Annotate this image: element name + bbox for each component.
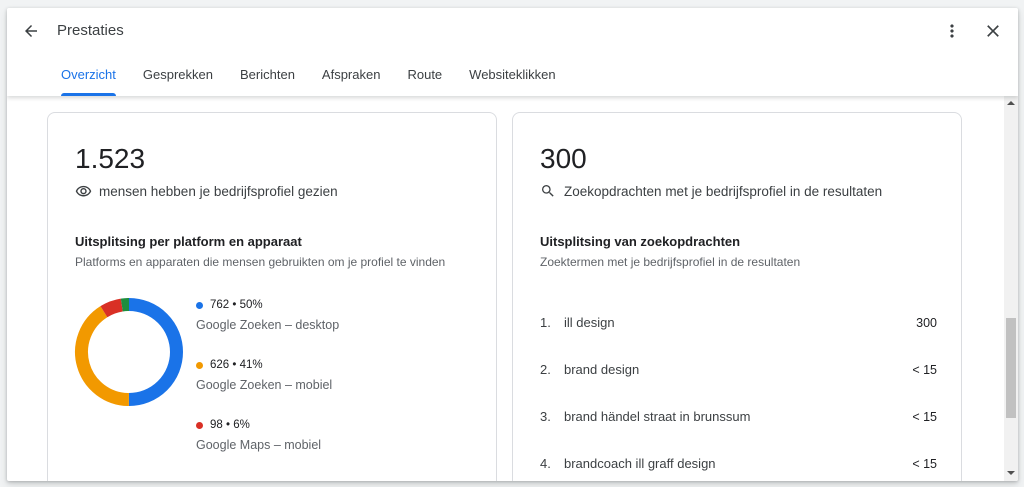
arrow-back-icon bbox=[25, 25, 37, 37]
tab-bar: Overzicht Gesprekken Berichten Afspraken… bbox=[61, 59, 583, 96]
views-metric-label: mensen hebben je bedrijfsprofiel gezien bbox=[99, 183, 338, 199]
page-title: Prestaties bbox=[57, 22, 124, 39]
query-count: < 15 bbox=[912, 456, 937, 471]
tab-overzicht[interactable]: Overzicht bbox=[61, 59, 116, 96]
vertical-scrollbar[interactable] bbox=[1004, 96, 1018, 481]
legend-item: 626 • 41% Google Zoeken – mobiel bbox=[196, 359, 339, 419]
searches-metric: Zoekopdrachten met je bedrijfsprofiel in… bbox=[540, 182, 882, 200]
close-button[interactable] bbox=[981, 19, 1005, 43]
more-vert-icon bbox=[950, 24, 954, 38]
query-term: brandcoach ill graff design bbox=[564, 456, 716, 471]
list-item: 2. brand design < 15 bbox=[540, 346, 937, 393]
legend-item: 98 • 6% Google Maps – mobiel bbox=[196, 419, 339, 479]
query-rank: 2. bbox=[540, 362, 551, 377]
donut-slice-3 bbox=[120, 298, 130, 312]
more-options-button[interactable] bbox=[940, 19, 964, 43]
tab-berichten[interactable]: Berichten bbox=[240, 59, 295, 96]
search-icon bbox=[540, 182, 558, 200]
profile-views-card: 1.523 mensen hebben je bedrijfsprofiel g… bbox=[47, 112, 497, 481]
query-rank: 1. bbox=[540, 315, 551, 330]
platform-donut-chart bbox=[75, 298, 183, 406]
performance-dialog: Prestaties Overzicht Gesprekken Berichte… bbox=[7, 8, 1018, 481]
donut-slice-0 bbox=[128, 298, 183, 406]
tab-websiteklikken[interactable]: Websiteklikken bbox=[469, 59, 555, 96]
query-rank: 4. bbox=[540, 456, 551, 471]
legend-dot-mobile bbox=[196, 361, 203, 369]
legend-dot-maps bbox=[196, 421, 203, 429]
legend-value: 98 • 6% bbox=[210, 419, 250, 431]
views-count: 1.523 bbox=[75, 143, 146, 174]
legend-item: 762 • 50% Google Zoeken – desktop bbox=[196, 299, 339, 359]
search-query-list: 1. ill design 300 2. brand design < 15 3… bbox=[540, 299, 937, 481]
query-term: ill design bbox=[564, 315, 615, 330]
query-count: < 15 bbox=[912, 362, 937, 377]
query-breakdown-title: Uitsplitsing van zoekopdrachten bbox=[540, 234, 741, 249]
legend-name: Google Maps – mobiel bbox=[196, 438, 322, 452]
close-icon bbox=[987, 25, 999, 37]
legend-name: Google Zoeken – mobiel bbox=[196, 378, 333, 392]
list-item: 4. brandcoach ill graff design < 15 bbox=[540, 440, 937, 481]
back-button[interactable] bbox=[19, 19, 43, 43]
searches-metric-label: Zoekopdrachten met je bedrijfsprofiel in… bbox=[564, 183, 883, 199]
legend-name: Google Zoeken – desktop bbox=[196, 318, 340, 332]
scroll-thumb[interactable] bbox=[1006, 318, 1016, 418]
platform-breakdown-subtitle: Platforms en apparaten die mensen gebrui… bbox=[75, 255, 446, 269]
legend-value: 762 • 50% bbox=[210, 299, 263, 311]
query-rank: 3. bbox=[540, 409, 551, 424]
list-item: 1. ill design 300 bbox=[540, 299, 937, 346]
tab-route[interactable]: Route bbox=[407, 59, 442, 96]
list-item: 3. brand händel straat in brunssum < 15 bbox=[540, 393, 937, 440]
platform-breakdown-title: Uitsplitsing per platform en apparaat bbox=[75, 234, 302, 249]
query-term: brand händel straat in brunssum bbox=[564, 409, 751, 424]
query-breakdown-subtitle: Zoektermen met je bedrijfsprofiel in de … bbox=[540, 255, 801, 269]
query-count: 300 bbox=[916, 315, 937, 330]
dialog-header: Prestaties Overzicht Gesprekken Berichte… bbox=[7, 8, 1018, 96]
tab-afspraken[interactable]: Afspraken bbox=[322, 59, 381, 96]
donut-slice-2 bbox=[100, 298, 124, 318]
legend-value: 626 • 41% bbox=[210, 359, 263, 371]
platform-legend: 762 • 50% Google Zoeken – desktop 626 • … bbox=[196, 299, 339, 479]
views-metric: mensen hebben je bedrijfsprofiel gezien bbox=[75, 182, 338, 200]
donut-slice-1 bbox=[75, 306, 130, 406]
searches-card: 300 Zoekopdrachten met je bedrijfsprofie… bbox=[512, 112, 962, 481]
searches-count: 300 bbox=[540, 143, 587, 174]
scroll-down-arrow[interactable] bbox=[1007, 471, 1015, 475]
tab-gesprekken[interactable]: Gesprekken bbox=[143, 59, 213, 96]
eye-icon bbox=[75, 182, 93, 200]
legend-dot-desktop bbox=[196, 301, 203, 309]
query-count: < 15 bbox=[912, 409, 937, 424]
scroll-up-arrow[interactable] bbox=[1007, 101, 1015, 105]
query-term: brand design bbox=[564, 362, 640, 377]
